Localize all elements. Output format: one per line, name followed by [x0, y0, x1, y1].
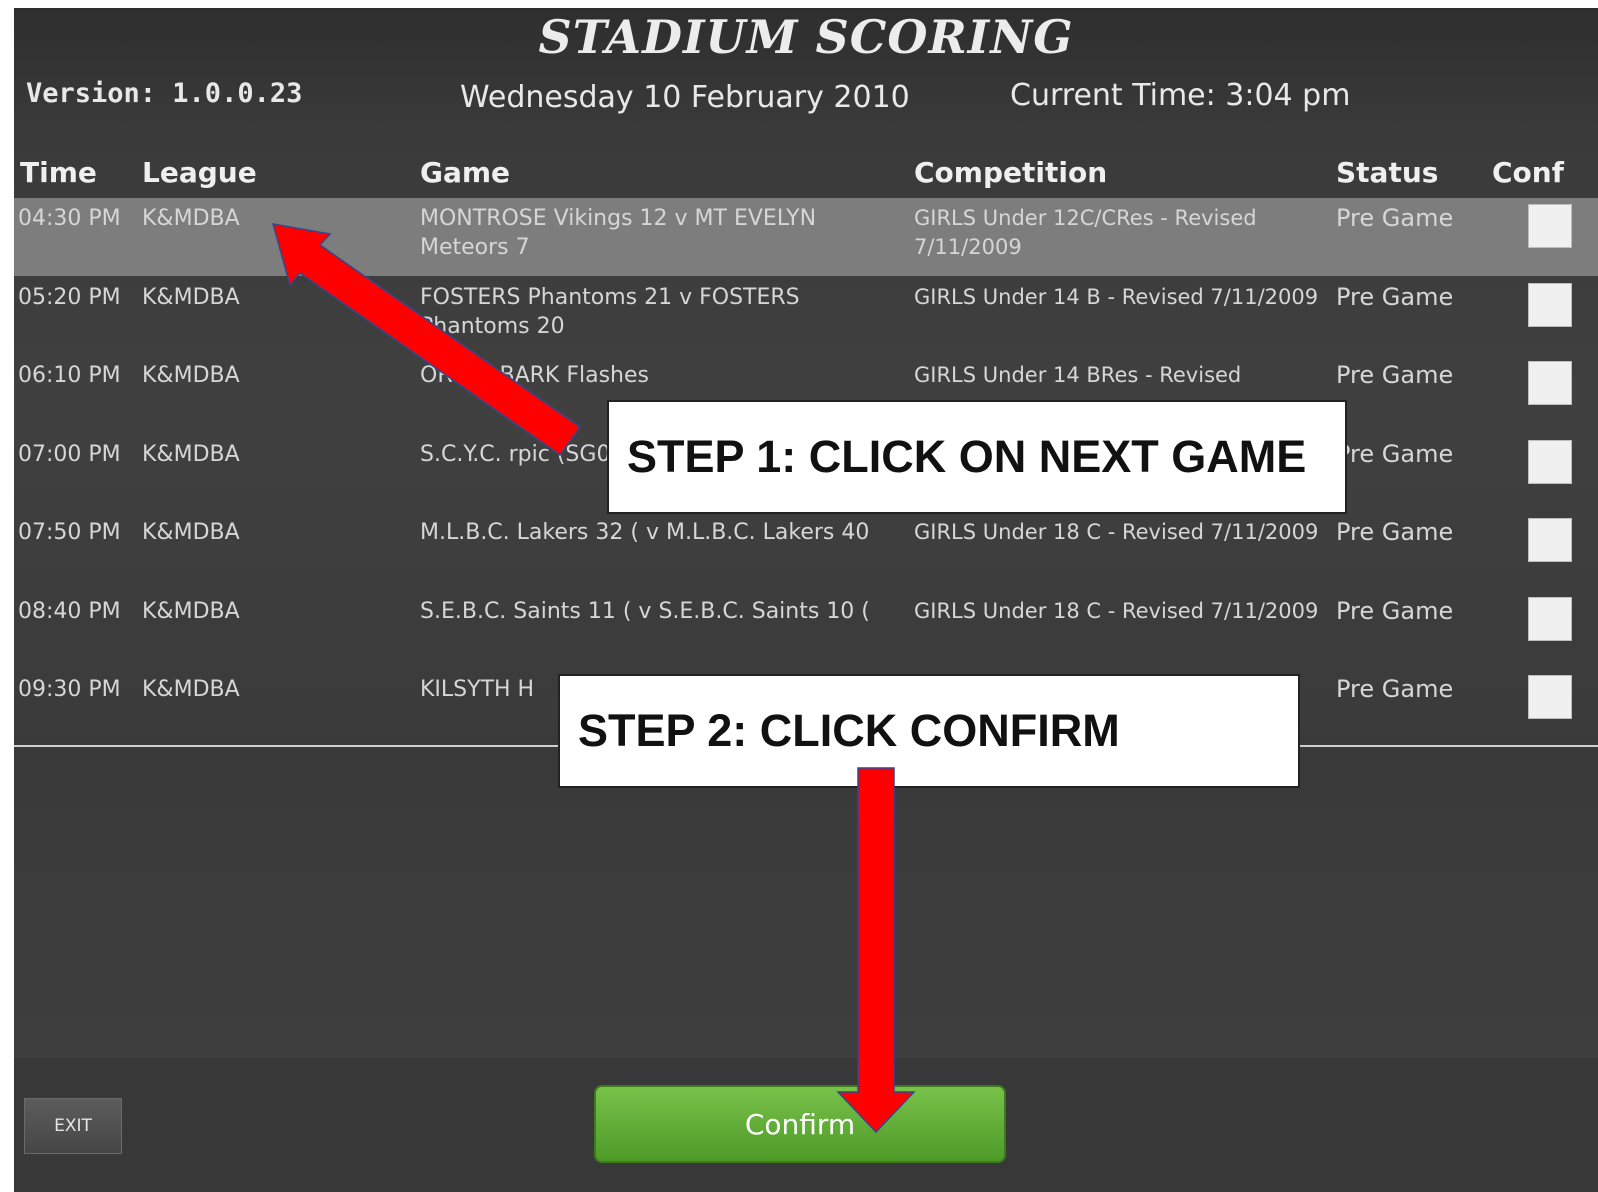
game-row[interactable]: 05:20 PM K&MDBA FOSTERS Phantoms 21 v FOST… [14, 277, 1598, 355]
game-row[interactable]: 07:50 PM K&MDBA M.L.B.C. Lakers 32 ( v M.L… [14, 512, 1598, 590]
game-cell: MONTROSE Vikings 12 v MT EVELYN Meteors … [420, 206, 817, 260]
confirm-button[interactable]: Confirm [594, 1085, 1006, 1163]
app-title: STADIUM SCORING [538, 10, 1074, 64]
status-cell: Pre Game [1336, 282, 1454, 311]
league-cell: K&MDBA [142, 206, 240, 231]
confirm-checkbox[interactable] [1528, 596, 1572, 641]
time-cell: 06:10 PM [18, 363, 121, 388]
status-cell: Pre Game [1336, 518, 1454, 546]
confirm-checkbox[interactable] [1528, 675, 1572, 719]
column-header-league: League [142, 156, 257, 189]
confirm-checkbox[interactable] [1528, 439, 1572, 484]
competition-cell: GIRLS Under 14 B - Revised 7/11/2009 [914, 284, 1319, 309]
column-header-time: Time [20, 156, 97, 189]
competition-cell: GIRLS Under 14 BRes - Revised [914, 363, 1242, 387]
time-cell: 08:40 PM [18, 598, 121, 624]
time-cell: 04:30 PM [18, 206, 121, 231]
time-cell: 07:00 PM [18, 441, 121, 467]
game-cell: OROOLBARK Flashes [420, 363, 649, 388]
time-cell: 05:20 PM [18, 284, 121, 310]
competition-cell: GIRLS Under 18 C - Revised 7/11/2009 [914, 598, 1319, 623]
league-cell: K&MDBA [142, 598, 240, 624]
game-cell: M.L.B.C. Lakers 32 ( v M.L.B.C. Lakers 4… [420, 520, 870, 545]
league-cell: K&MDBA [142, 284, 240, 310]
stadium-scoring-window: STADIUM SCORING Version: 1.0.0.23 Wednes… [14, 8, 1598, 1192]
game-row[interactable]: 08:40 PM K&MDBA S.E.B.C. Saints 11 ( v S.E… [14, 591, 1598, 669]
column-header-conf: Conf [1492, 156, 1564, 189]
time-cell: 09:30 PM [18, 677, 121, 702]
date-label: Wednesday 10 February 2010 [460, 80, 910, 115]
league-cell: K&MDBA [142, 441, 240, 467]
version-label: Version: 1.0.0.23 [26, 78, 303, 109]
confirm-checkbox[interactable] [1528, 204, 1572, 248]
column-header-competition: Competition [914, 156, 1108, 189]
confirm-checkbox[interactable] [1528, 361, 1572, 405]
confirm-checkbox[interactable] [1528, 282, 1572, 327]
status-cell: Pre Game [1336, 439, 1454, 468]
competition-cell: GIRLS Under 12C/CRes - Revised 7/11/2009 [914, 206, 1257, 259]
time-cell: 07:50 PM [18, 520, 121, 545]
game-cell: S.E.B.C. Saints 11 ( v S.E.B.C. Saints 1… [420, 598, 870, 624]
confirm-checkbox[interactable] [1528, 518, 1572, 562]
current-time-label: Current Time: 3:04 pm [1010, 78, 1351, 113]
status-cell: Pre Game [1336, 596, 1454, 625]
step1-callout: STEP 1: CLICK ON NEXT GAME [607, 400, 1347, 514]
league-cell: K&MDBA [142, 363, 240, 388]
status-cell: Pre Game [1336, 361, 1454, 389]
competition-cell: GIRLS Under 18 C - Revised 7/11/2009 [914, 520, 1319, 544]
step2-callout: STEP 2: CLICK CONFIRM [558, 674, 1300, 788]
column-header-game: Game [420, 156, 511, 189]
league-cell: K&MDBA [142, 520, 240, 545]
game-cell: FOSTERS Phantoms 21 v FOSTERS Phantoms 2… [420, 284, 800, 339]
status-cell: Pre Game [1336, 204, 1454, 232]
column-header-status: Status [1336, 156, 1439, 189]
status-cell: Pre Game [1336, 675, 1454, 703]
game-row[interactable]: 04:30 PM K&MDBA MONTROSE Vikings 12 v MT E… [14, 198, 1598, 276]
exit-button[interactable]: EXIT [24, 1098, 122, 1154]
league-cell: K&MDBA [142, 677, 240, 702]
